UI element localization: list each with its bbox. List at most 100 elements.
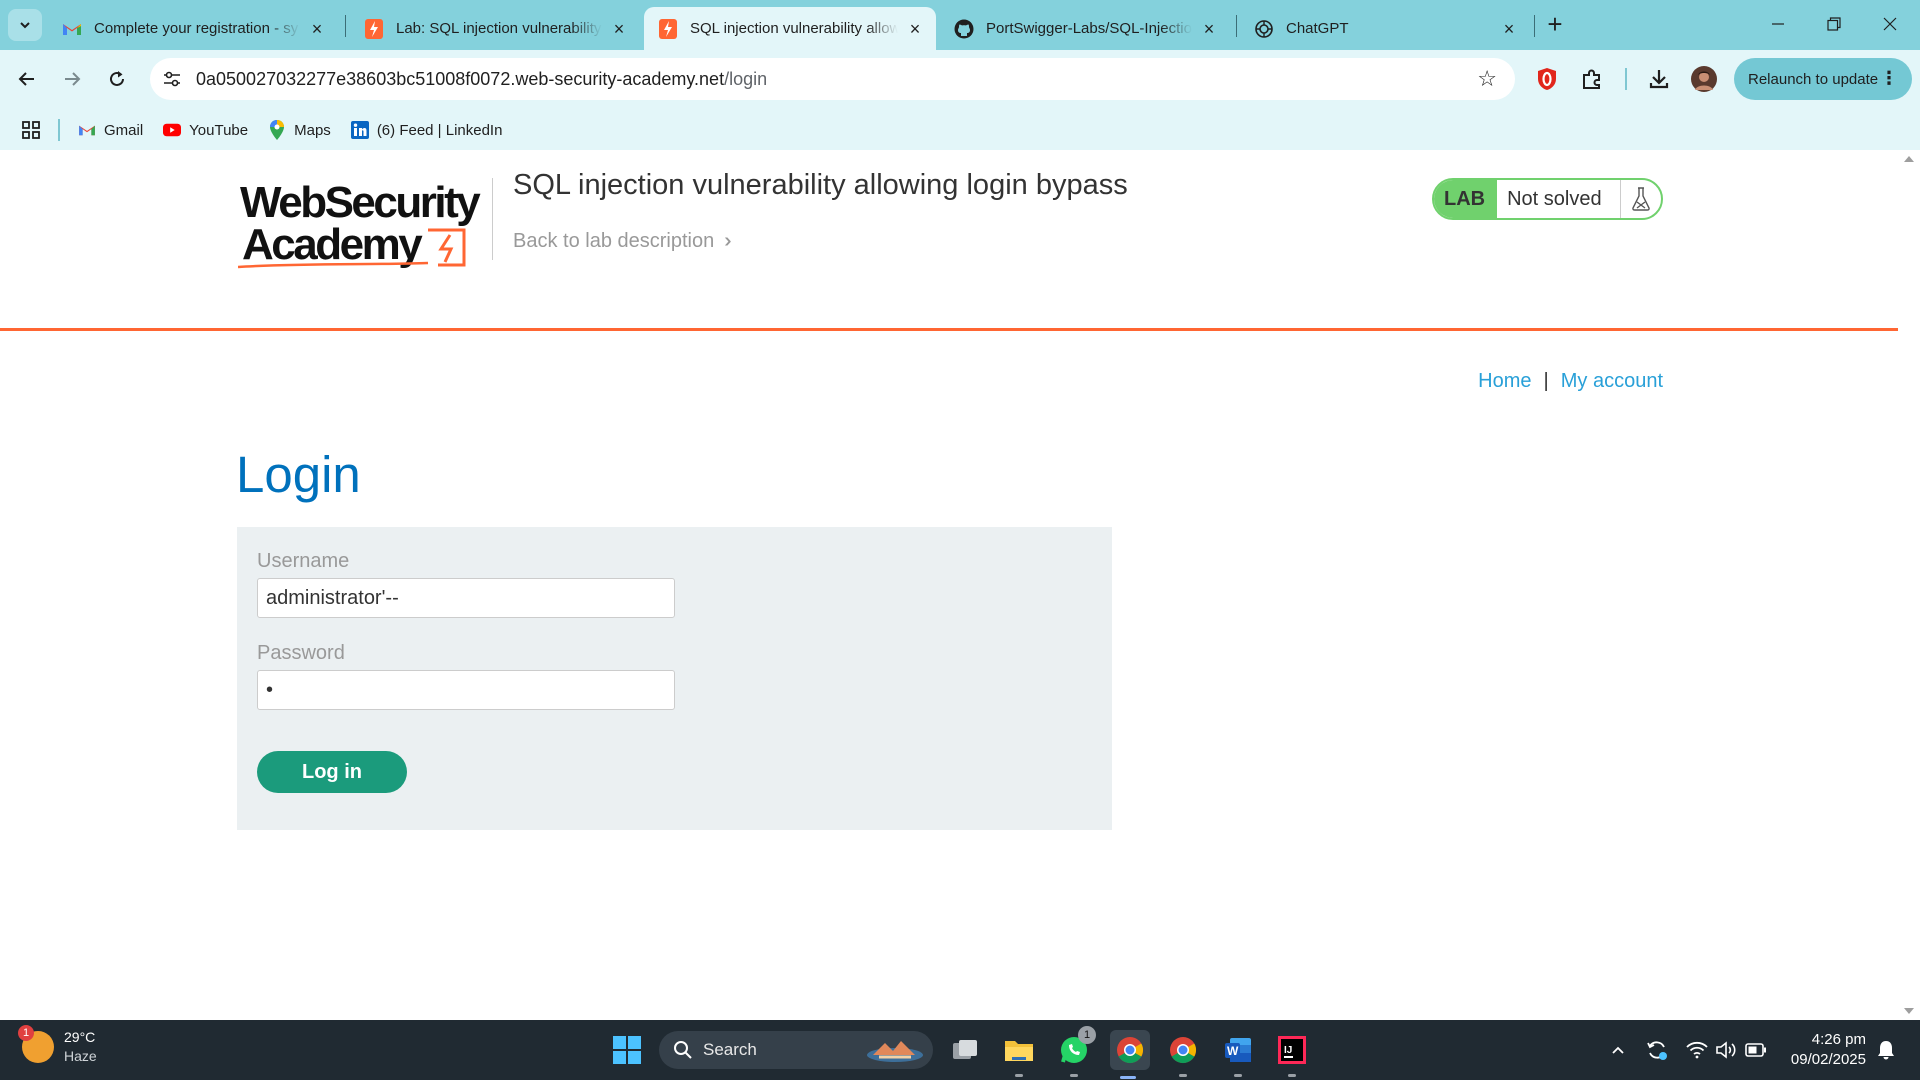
log-in-button[interactable]: Log in: [257, 751, 407, 793]
scroll-down-arrow-icon[interactable]: [1904, 1008, 1914, 1014]
new-tab-button[interactable]: +: [1540, 10, 1570, 40]
notifications-bell-icon[interactable]: [1872, 1034, 1900, 1066]
taskbar-chrome-profile[interactable]: [1165, 1032, 1201, 1077]
header-rule: [0, 328, 1898, 331]
taskbar-word[interactable]: W: [1220, 1032, 1256, 1077]
taskbar-clock[interactable]: 4:26 pm 09/02/2025: [1782, 1030, 1866, 1070]
task-view-button[interactable]: [947, 1032, 983, 1068]
linkedin-icon: [350, 121, 369, 139]
password-field[interactable]: •: [257, 670, 675, 710]
tab-title: Lab: SQL injection vulnerability: [396, 20, 602, 37]
extensions-icon[interactable]: [1576, 63, 1608, 95]
running-indicator: [1179, 1074, 1187, 1077]
chrome-icon: [1170, 1037, 1197, 1064]
tab-lab-sql-injection[interactable]: Lab: SQL injection vulnerability ×: [350, 7, 640, 50]
running-indicator: [1234, 1074, 1242, 1077]
battery-icon[interactable]: [1742, 1034, 1770, 1066]
tab-chatgpt[interactable]: ChatGPT ×: [1240, 7, 1530, 50]
toolbar-divider: [1625, 68, 1627, 90]
apps-grid-icon: [22, 121, 40, 139]
weather-haze-icon: 1: [18, 1025, 54, 1063]
restore-button[interactable]: [1804, 0, 1864, 48]
tab-github-portswigger-labs[interactable]: PortSwigger-Labs/SQL-Injection ×: [940, 7, 1230, 50]
github-icon: [954, 19, 974, 39]
portswigger-icon: [658, 18, 678, 39]
running-indicator: [1288, 1074, 1296, 1077]
task-view-icon: [953, 1040, 977, 1059]
relaunch-to-update-button[interactable]: Relaunch to update ⋮: [1734, 58, 1912, 100]
apps-button[interactable]: [22, 116, 40, 144]
bookmark-gmail[interactable]: Gmail: [78, 116, 143, 144]
close-icon: [1883, 17, 1897, 31]
profile-avatar[interactable]: [1688, 63, 1720, 95]
logo-line2: Academy: [242, 220, 423, 269]
search-highlight-image-icon: [867, 1041, 923, 1062]
minimize-button[interactable]: [1748, 0, 1808, 48]
close-icon[interactable]: ×: [1200, 20, 1218, 38]
web-security-academy-logo[interactable]: WebSecurity Academy: [237, 175, 488, 275]
whatsapp-badge: 1: [1078, 1026, 1096, 1044]
folder-icon: [1005, 1041, 1033, 1061]
wifi-icon[interactable]: [1683, 1034, 1711, 1066]
close-icon[interactable]: ×: [308, 20, 326, 38]
scroll-up-arrow-icon[interactable]: [1904, 156, 1914, 162]
taskbar-file-explorer[interactable]: [1001, 1032, 1037, 1077]
opera-adblock-icon[interactable]: [1531, 63, 1563, 95]
site-info-icon[interactable]: [158, 65, 186, 93]
gmail-icon: [78, 121, 96, 139]
relaunch-label: Relaunch to update: [1748, 70, 1879, 88]
start-button[interactable]: [609, 1032, 645, 1068]
taskbar-search-box[interactable]: Search: [659, 1031, 933, 1069]
address-bar[interactable]: 0a050027032277e38603bc51008f0072.web-sec…: [150, 58, 1515, 100]
tab-title: SQL injection vulnerability allow: [690, 20, 898, 37]
weather-widget[interactable]: 1 29°C Haze: [18, 1025, 97, 1066]
close-icon[interactable]: ×: [906, 20, 924, 38]
username-field[interactable]: administrator'--: [257, 578, 675, 618]
portswigger-icon: [364, 18, 384, 39]
reload-button[interactable]: [100, 62, 134, 96]
sync-icon: [1647, 1041, 1667, 1060]
clock-date: 09/02/2025: [1790, 1051, 1866, 1068]
tab-divider: [1236, 15, 1237, 37]
show-hidden-icons-button[interactable]: [1604, 1034, 1632, 1066]
tab-divider: [1534, 15, 1535, 37]
back-to-lab-description-link[interactable]: Back to lab description ››: [513, 230, 734, 253]
downloads-icon[interactable]: [1643, 63, 1675, 95]
bookmark-youtube[interactable]: YouTube: [163, 116, 248, 144]
lab-status-widget: LAB Not solved: [1432, 178, 1663, 220]
close-icon[interactable]: ×: [610, 20, 628, 38]
gmail-icon: [62, 19, 82, 39]
running-indicator: [1015, 1074, 1023, 1077]
page-scrollbar[interactable]: [1898, 150, 1920, 1020]
taskbar-whatsapp[interactable]: 1: [1056, 1026, 1096, 1077]
tab-sql-injection-login[interactable]: SQL injection vulnerability allow ×: [644, 7, 936, 50]
tab-gmail-registration[interactable]: Complete your registration - sy ×: [48, 7, 338, 50]
running-indicator: [1120, 1076, 1136, 1079]
restore-icon: [1827, 17, 1841, 31]
bookmark-star-icon[interactable]: ☆: [1477, 68, 1497, 90]
sync-tray-icon[interactable]: [1643, 1034, 1671, 1066]
tab-search-button[interactable]: [8, 9, 42, 41]
bookmark-label: (6) Feed | LinkedIn: [376, 121, 503, 139]
windows-logo-icon: [613, 1036, 641, 1064]
bookmarks-divider: [58, 119, 60, 141]
taskbar-chrome-active[interactable]: [1110, 1030, 1150, 1079]
bookmark-linkedin[interactable]: (6) Feed | LinkedIn: [350, 116, 503, 144]
password-label: Password: [257, 642, 345, 664]
taskbar-intellij[interactable]: IJ: [1274, 1032, 1310, 1077]
close-window-button[interactable]: [1860, 0, 1920, 48]
tab-title: ChatGPT: [1286, 20, 1349, 37]
word-icon: W: [1225, 1038, 1251, 1062]
bookmark-maps[interactable]: Maps: [268, 116, 331, 144]
nav-my-account-link[interactable]: My account: [1561, 370, 1663, 393]
close-icon[interactable]: ×: [1500, 20, 1518, 38]
nav-home-link[interactable]: Home: [1478, 370, 1531, 393]
back-button[interactable]: [10, 62, 44, 96]
more-menu-icon[interactable]: ⋮: [1880, 68, 1898, 88]
login-form: Username administrator'-- Password • Log…: [237, 527, 1112, 830]
tab-divider: [345, 15, 346, 37]
forward-button[interactable]: [55, 62, 89, 96]
svg-text:IJ: IJ: [1284, 1045, 1292, 1056]
volume-icon[interactable]: [1712, 1034, 1740, 1066]
svg-text:W: W: [1227, 1044, 1239, 1058]
